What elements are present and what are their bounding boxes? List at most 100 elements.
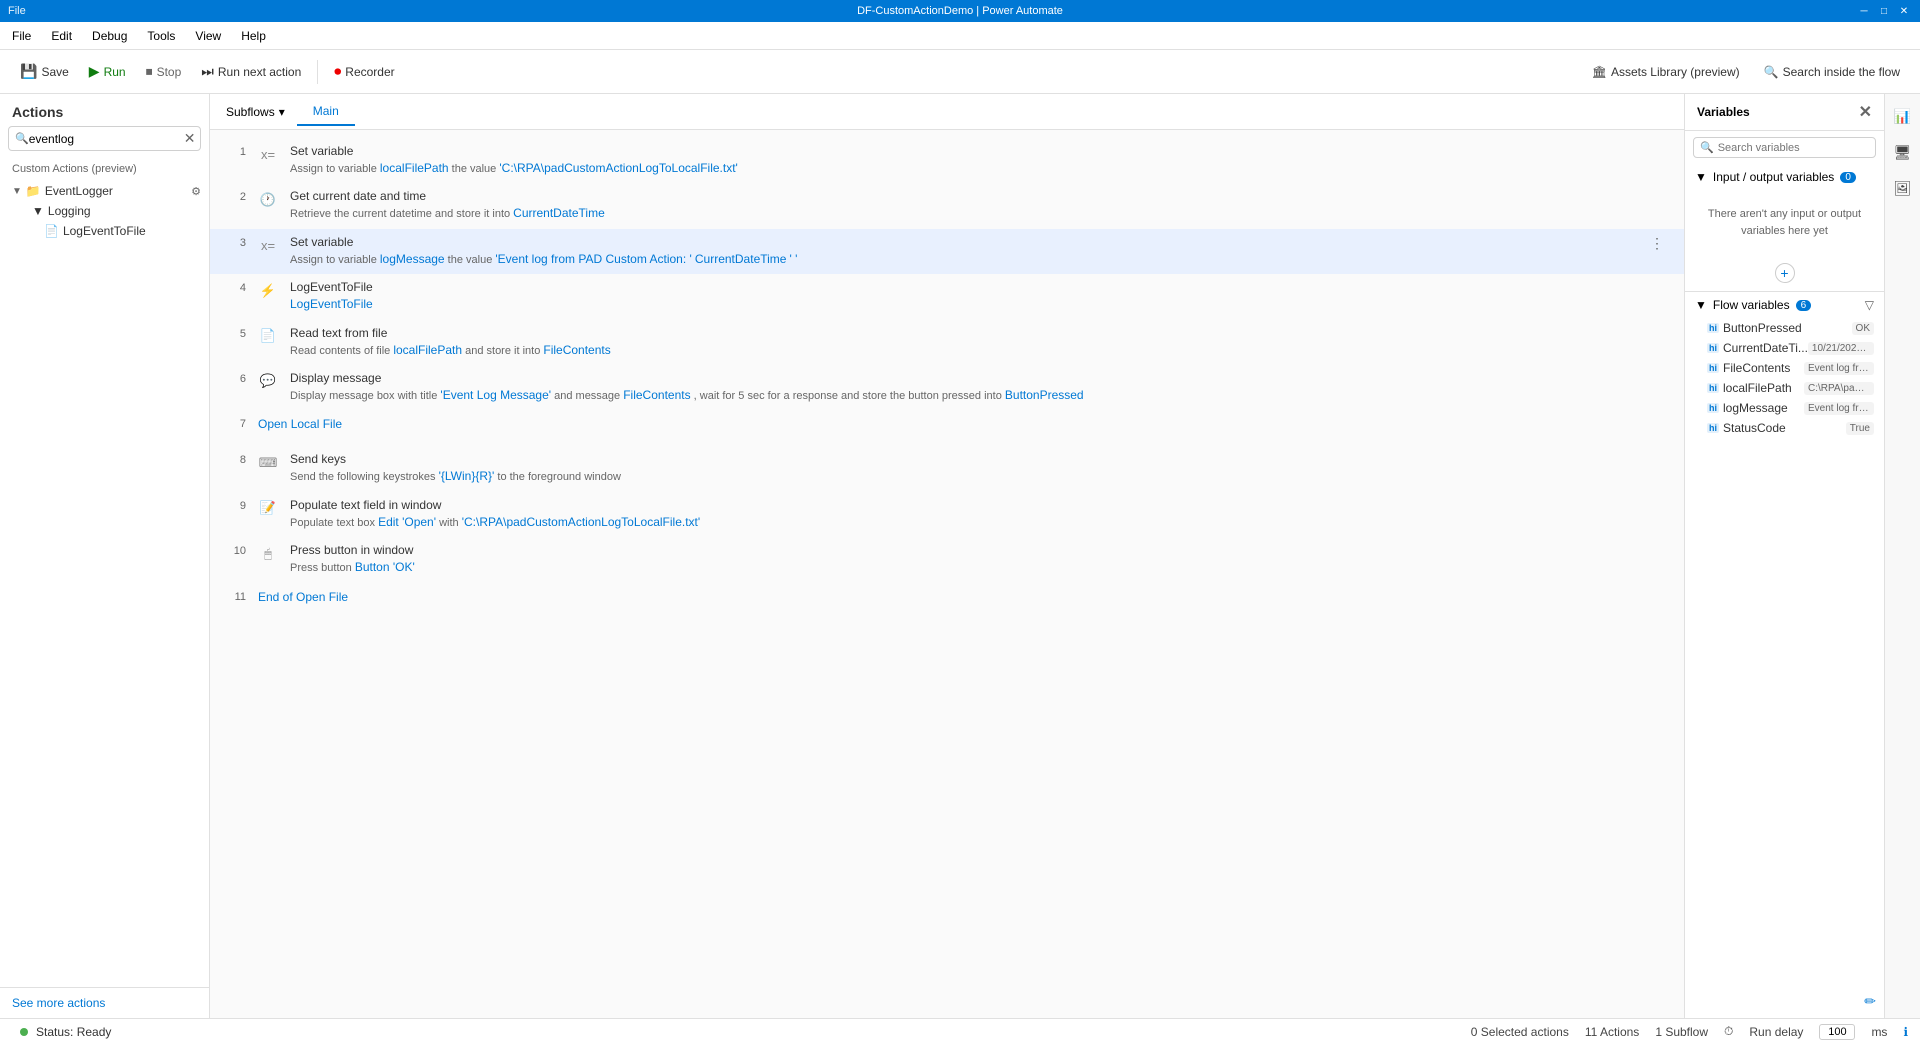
- tree-item-logeventtofile[interactable]: 📄 LogEventToFile: [0, 221, 209, 241]
- maximize-button[interactable]: □: [1876, 3, 1892, 19]
- variable-label: ButtonPressed: [1723, 321, 1802, 335]
- close-variables-button[interactable]: ✕: [1859, 102, 1872, 122]
- search-flow-button[interactable]: 🔍 Search inside the flow: [1756, 61, 1908, 83]
- menu-edit[interactable]: Edit: [43, 26, 80, 46]
- flow-content: 1 x= Set variable Assign to variable loc…: [210, 130, 1684, 1018]
- recorder-button[interactable]: ⏺ Recorder: [326, 59, 402, 84]
- close-button[interactable]: ✕: [1896, 3, 1912, 19]
- step-content: Set variable Assign to variable localFil…: [290, 144, 1668, 177]
- variable-item-logmessage[interactable]: hi logMessage Event log from PAD...: [1685, 398, 1884, 418]
- step-title: LogEventToFile: [290, 280, 1668, 294]
- variable-name: hi StatusCode: [1707, 421, 1786, 435]
- flow-step-5[interactable]: 5 📄 Read text from file Read contents of…: [210, 320, 1684, 365]
- flow-step-10[interactable]: 10 🖱 Press button in window Press button…: [210, 537, 1684, 582]
- sidebar-search-box[interactable]: 🔍 ✕: [8, 126, 201, 151]
- input-output-section-header[interactable]: ▼ Input / output variables 0: [1685, 164, 1884, 190]
- flow-step-8[interactable]: 8 ⌨ Send keys Send the following keystro…: [210, 446, 1684, 491]
- assets-library-button[interactable]: 🏛 Assets Library (preview): [1584, 61, 1748, 83]
- step-desc: Send the following keystrokes '{LWin}{R}…: [290, 468, 1668, 485]
- step-desc: LogEventToFile: [290, 296, 1668, 313]
- datetime-icon: 🕐: [258, 189, 278, 209]
- flow-area: Subflows ▾ Main 1 x= Set variable Assign…: [210, 94, 1684, 1018]
- variable-search-box[interactable]: 🔍: [1693, 137, 1876, 158]
- flow-variables-header[interactable]: ▼ Flow variables 6 ▽: [1685, 292, 1884, 318]
- more-options-button[interactable]: ⋮: [1646, 235, 1668, 252]
- toolbar-divider: [317, 60, 318, 84]
- chevron-down-icon: ▼: [1695, 298, 1707, 312]
- variable-value: C:\RPA\padCusto...: [1804, 382, 1874, 395]
- step-number: 11: [226, 589, 246, 603]
- search-icon: 🔍: [1764, 65, 1779, 79]
- flow-step-6[interactable]: 6 💬 Display message Display message box …: [210, 365, 1684, 410]
- str-val: 'C:\RPA\padCustomActionLogToLocalFile.tx…: [462, 515, 700, 529]
- ui-elements-button[interactable]: 🖥: [1889, 138, 1917, 166]
- run-next-icon: ⏭: [201, 63, 214, 80]
- run-delay-unit: ms: [1871, 1025, 1887, 1039]
- str-val: 'Event Log Message': [440, 388, 551, 402]
- menu-file[interactable]: File: [4, 26, 39, 46]
- run-next-button[interactable]: ⏭ Run next action: [193, 59, 309, 84]
- menu-view[interactable]: View: [187, 26, 229, 46]
- variable-type-icon: hi: [1707, 363, 1719, 373]
- info-icon[interactable]: ℹ: [1903, 1025, 1908, 1039]
- step-content: Display message Display message box with…: [290, 371, 1668, 404]
- save-button[interactable]: 💾 Save: [12, 59, 77, 84]
- step-desc: Assign to variable localFilePath the val…: [290, 160, 1668, 177]
- menu-help[interactable]: Help: [233, 26, 274, 46]
- search-input[interactable]: [29, 132, 184, 146]
- variable-value: Event log from PAD...: [1804, 362, 1874, 375]
- variable-item-currentdatetime[interactable]: hi CurrentDateTi... 10/21/2023 4:58:53..…: [1685, 338, 1884, 358]
- tree-item-eventlogger[interactable]: ▼ 📁 EventLogger ⚙: [0, 181, 209, 201]
- images-button[interactable]: 🖼: [1889, 174, 1917, 202]
- variables-panel-button[interactable]: 📊: [1889, 102, 1917, 130]
- send-keys-icon: ⌨: [258, 452, 278, 472]
- var-ref: CurrentDateTime: [695, 252, 787, 266]
- variables-header: Variables ✕: [1685, 94, 1884, 131]
- subflow-label: Open Local File: [258, 417, 342, 431]
- flow-step-4[interactable]: 4 ⚡ LogEventToFile LogEventToFile: [210, 274, 1684, 319]
- flow-step-3[interactable]: 3 x= Set variable Assign to variable log…: [210, 229, 1684, 274]
- add-variable-button[interactable]: +: [1775, 263, 1795, 283]
- section-label: Input / output variables: [1713, 170, 1834, 184]
- variable-search-input[interactable]: [1718, 142, 1869, 154]
- variable-item-statuscode[interactable]: hi StatusCode True: [1685, 418, 1884, 438]
- tree-item-logging[interactable]: ▼ Logging: [0, 201, 209, 221]
- stop-button[interactable]: ⏹ Stop: [138, 59, 190, 84]
- run-button[interactable]: ▶ Run: [81, 59, 134, 84]
- var-ref: FileContents: [543, 343, 610, 357]
- step-content: Press button in window Press button Butt…: [290, 543, 1668, 576]
- edit-icon[interactable]: ✏: [1864, 993, 1876, 1010]
- flow-variable-count-badge: 6: [1796, 300, 1812, 311]
- step-title: Send keys: [290, 452, 1668, 466]
- variable-label: StatusCode: [1723, 421, 1786, 435]
- flow-step-1[interactable]: 1 x= Set variable Assign to variable loc…: [210, 138, 1684, 183]
- sidebar-footer: See more actions: [0, 987, 209, 1018]
- variable-item-localfilepath[interactable]: hi localFilePath C:\RPA\padCusto...: [1685, 378, 1884, 398]
- step-content: Populate text field in window Populate t…: [290, 498, 1668, 531]
- main-layout: Actions 🔍 ✕ Custom Actions (preview) ▼ 📁…: [0, 94, 1920, 1018]
- step-title: Set variable: [290, 235, 1634, 249]
- see-more-actions[interactable]: See more actions: [12, 996, 105, 1010]
- variable-name: hi logMessage: [1707, 401, 1788, 415]
- subflows-button[interactable]: Subflows ▾: [218, 101, 293, 123]
- flow-step-2[interactable]: 2 🕐 Get current date and time Retrieve t…: [210, 183, 1684, 228]
- run-delay-text: Run delay: [1749, 1025, 1803, 1039]
- custom-actions-label[interactable]: Custom Actions (preview): [0, 159, 209, 181]
- str-val: Button 'OK': [355, 560, 415, 574]
- subflows-count: 1 Subflow: [1655, 1025, 1708, 1039]
- run-delay-input[interactable]: [1819, 1024, 1855, 1040]
- step-desc: Populate text box Edit 'Open' with 'C:\R…: [290, 514, 1668, 531]
- variable-item-buttonpressed[interactable]: hi ButtonPressed OK: [1685, 318, 1884, 338]
- variable-item-filecontents[interactable]: hi FileContents Event log from PAD...: [1685, 358, 1884, 378]
- filter-icon[interactable]: ▽: [1865, 298, 1874, 312]
- menu-debug[interactable]: Debug: [84, 26, 135, 46]
- step-title: Press button in window: [290, 543, 1668, 557]
- tab-main[interactable]: Main: [297, 98, 355, 126]
- flow-step-9[interactable]: 9 📝 Populate text field in window Popula…: [210, 492, 1684, 537]
- input-output-section: ▼ Input / output variables 0 There aren'…: [1685, 164, 1884, 292]
- menu-tools[interactable]: Tools: [139, 26, 183, 46]
- minimize-button[interactable]: ─: [1856, 3, 1872, 19]
- set-variable-icon: x=: [258, 144, 278, 164]
- tree-item-label: EventLogger: [45, 184, 113, 198]
- clear-search-button[interactable]: ✕: [184, 130, 196, 147]
